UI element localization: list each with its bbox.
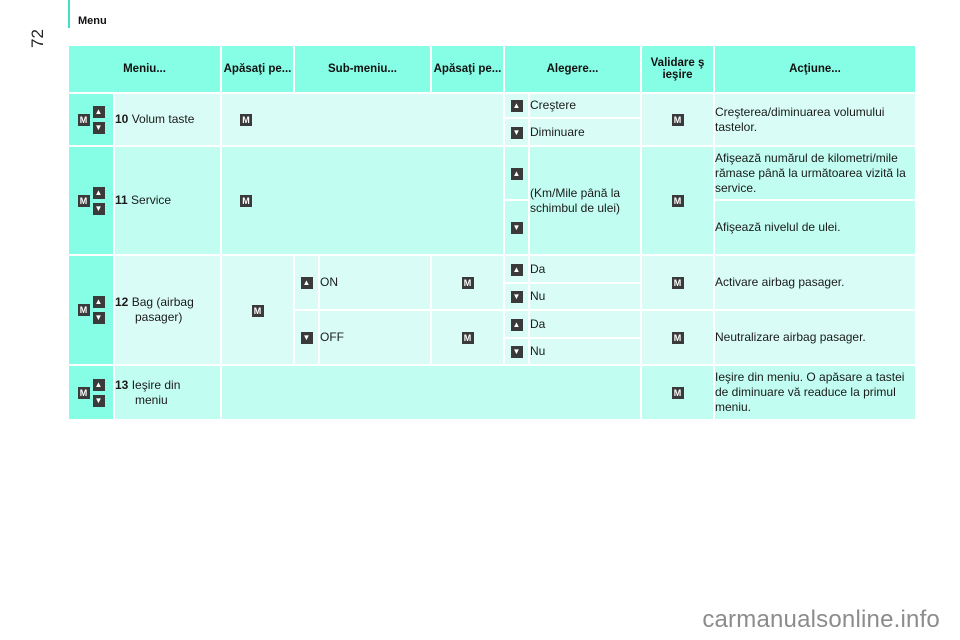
down-arrow-icon: ▼	[510, 346, 523, 359]
submenu-arrow: ▼	[293, 309, 320, 366]
press-cell: M	[220, 92, 505, 147]
action-text: Ieşire din meniu. O apăsare a tastei de …	[713, 364, 917, 421]
choice-label: Nu	[528, 282, 642, 311]
up-arrow-icon: ▲	[510, 318, 523, 331]
m-key-icon: M	[671, 387, 684, 400]
up-arrow-icon: ▲	[92, 378, 105, 391]
up-arrow-icon: ▲	[300, 277, 313, 290]
section-title: Menu	[78, 15, 107, 27]
menu-table: Meniu... Apăsaţi pe... Sub-meniu... Apăs…	[67, 44, 917, 421]
submenu-arrow: ▲	[293, 254, 320, 311]
page-number: 72	[28, 29, 47, 48]
menu-item-name: 13 Ieşire din meniu	[113, 364, 222, 421]
choice-arrow: ▲	[503, 145, 530, 201]
up-arrow-icon: ▲	[92, 296, 105, 308]
press-cell: M	[430, 309, 505, 366]
m-key-icon: M	[251, 304, 264, 317]
choice-arrow: ▼	[503, 117, 530, 147]
up-arrow-icon: ▲	[510, 263, 523, 276]
validate-cell: M	[640, 145, 715, 256]
m-key-icon: M	[671, 114, 684, 127]
m-key-icon: M	[77, 113, 90, 126]
choice-label: (Km/Mile până la schimbul de ulei)	[528, 145, 642, 256]
m-key-icon: M	[671, 332, 684, 345]
m-key-icon: M	[77, 194, 90, 207]
validate-cell: M	[640, 364, 715, 421]
header-submenu: Sub-meniu...	[293, 44, 432, 94]
menu-item-name: 11 Service	[113, 145, 222, 256]
press-cell: M	[220, 145, 505, 256]
choice-label: Diminuare	[528, 117, 642, 147]
validate-cell: M	[640, 254, 715, 311]
choice-arrow: ▲	[503, 92, 530, 119]
choice-label: Creştere	[528, 92, 642, 119]
choice-label: Nu	[528, 337, 642, 366]
up-arrow-icon: ▲	[92, 105, 105, 118]
table-row: M ▲ ▼ 12 Bag (airbag pasager) M ▲ ON M ▲ D…	[67, 254, 917, 366]
m-key-icon: M	[240, 113, 252, 126]
action-text: Afişează numărul de kilometri/mile rămas…	[713, 145, 917, 201]
table-row: M ▲ ▼ 11 Service M ▲ (Km/Mile până la sch…	[67, 145, 917, 256]
down-arrow-icon: ▼	[300, 332, 313, 345]
choice-label: Da	[528, 254, 642, 284]
table-row: M ▲ ▼ 10 Volum taste M ▲ Creştere M Creşt…	[67, 92, 917, 147]
empty-span-cell	[220, 364, 642, 421]
press-cell: M	[220, 254, 295, 366]
header-action: Acţiune...	[713, 44, 917, 94]
choice-arrow: ▼	[503, 282, 530, 311]
header-choice: Alegere...	[503, 44, 642, 94]
table-header-row: Meniu... Apăsaţi pe... Sub-meniu... Apăs…	[67, 44, 917, 94]
validate-cell: M	[640, 92, 715, 147]
down-arrow-icon: ▼	[92, 312, 105, 324]
m-key-icon: M	[77, 304, 90, 316]
down-arrow-icon: ▼	[92, 394, 105, 407]
header-press-1: Apăsaţi pe...	[220, 44, 295, 94]
down-arrow-icon: ▼	[510, 126, 523, 139]
up-arrow-icon: ▲	[510, 167, 523, 180]
key-combo: M ▲ ▼	[67, 145, 115, 256]
choice-arrow: ▼	[503, 199, 530, 256]
submenu-label: ON	[318, 254, 432, 311]
key-combo: M ▲ ▼	[67, 364, 115, 421]
header-validate: Validare ş ieşire	[640, 44, 715, 94]
down-arrow-icon: ▼	[92, 202, 105, 215]
key-combo: M ▲ ▼	[67, 254, 115, 366]
validate-cell: M	[640, 309, 715, 366]
header-menu: Meniu...	[67, 44, 222, 94]
action-text: Creşterea/diminuarea volumului tastelor.	[713, 92, 917, 147]
action-text: Afişează nivelul de ulei.	[713, 199, 917, 256]
press-cell: M	[430, 254, 505, 311]
m-key-icon: M	[671, 195, 684, 208]
m-key-icon: M	[671, 277, 684, 290]
choice-arrow: ▲	[503, 254, 530, 284]
watermark: carmanualsonline.info	[702, 606, 940, 633]
choice-arrow: ▲	[503, 309, 530, 339]
choice-label: Da	[528, 309, 642, 339]
menu-item-name: 12 Bag (airbag pasager)	[113, 254, 222, 366]
m-key-icon: M	[461, 332, 474, 345]
down-arrow-icon: ▼	[510, 291, 523, 304]
action-text: Activare airbag pasager.	[713, 254, 917, 311]
down-arrow-icon: ▼	[510, 222, 523, 235]
down-arrow-icon: ▼	[92, 121, 105, 134]
up-arrow-icon: ▲	[510, 100, 523, 113]
menu-item-name: 10 Volum taste	[113, 92, 222, 147]
key-combo: M ▲ ▼	[67, 92, 115, 147]
section-accent-bar	[68, 0, 70, 28]
m-key-icon: M	[461, 277, 474, 290]
m-key-icon: M	[77, 386, 90, 399]
up-arrow-icon: ▲	[92, 186, 105, 199]
choice-arrow: ▼	[503, 337, 530, 366]
table-row: M ▲ ▼ 13 Ieşire din meniu M Ieşire din men…	[67, 364, 917, 421]
action-text: Neutralizare airbag pasager.	[713, 309, 917, 366]
header-press-2: Apăsaţi pe...	[430, 44, 505, 94]
m-key-icon: M	[240, 194, 252, 207]
submenu-label: OFF	[318, 309, 432, 366]
